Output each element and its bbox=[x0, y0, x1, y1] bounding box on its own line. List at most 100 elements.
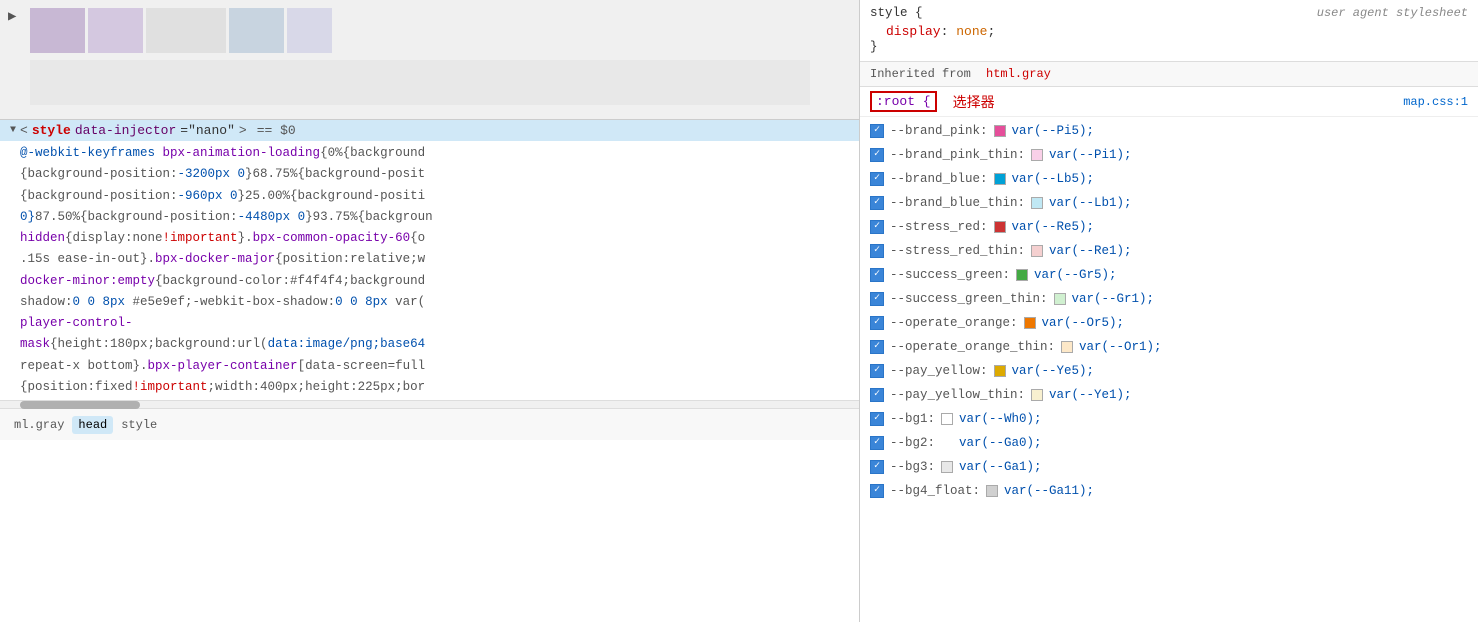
swatch-brand-pink-thin[interactable] bbox=[1031, 149, 1043, 161]
var-value-pay-yellow-thin: var(--Ye1); bbox=[1049, 385, 1132, 405]
css-var-stress-red-thin: --stress_red_thin: var(--Re1); bbox=[870, 239, 1468, 263]
code-line-9: player-control- bbox=[20, 313, 851, 334]
breadcrumb-ml-gray[interactable]: ml.gray bbox=[8, 416, 70, 434]
selector-label-group: :root { 选择器 bbox=[870, 91, 995, 112]
code-line-11: repeat-x bottom}.bpx-player-container[da… bbox=[20, 356, 851, 377]
preview-block-4 bbox=[229, 8, 284, 53]
checkbox-operate-orange-thin[interactable] bbox=[870, 340, 884, 354]
swatch-stress-red-thin[interactable] bbox=[1031, 245, 1043, 257]
swatch-pay-yellow[interactable] bbox=[994, 365, 1006, 377]
css-var-pay-yellow: --pay_yellow: var(--Ye5); bbox=[870, 359, 1468, 383]
var-value-operate-orange-thin: var(--Or1); bbox=[1079, 337, 1162, 357]
checkbox-success-green-thin[interactable] bbox=[870, 292, 884, 306]
selector-chinese-label: 选择器 bbox=[953, 92, 995, 112]
swatch-bg3[interactable] bbox=[941, 461, 953, 473]
breadcrumb-head[interactable]: head bbox=[72, 416, 113, 434]
root-selector-box[interactable]: :root { bbox=[870, 91, 937, 112]
code-line-8: shadow:0 0 8px #e5e9ef;-webkit-box-shado… bbox=[20, 292, 851, 313]
var-value-operate-orange: var(--Or5); bbox=[1042, 313, 1125, 333]
var-name-pay-yellow: --pay_yellow: bbox=[890, 361, 988, 381]
var-value-bg1: var(--Wh0); bbox=[959, 409, 1042, 429]
css-var-bg4-float: --bg4_float: var(--Ga11); bbox=[870, 479, 1468, 503]
preview-block-3 bbox=[146, 8, 226, 53]
swatch-brand-pink[interactable] bbox=[994, 125, 1006, 137]
code-line-12: {position:fixed!important;width:400px;he… bbox=[20, 377, 851, 398]
scrollbar-thumb[interactable] bbox=[20, 401, 140, 409]
var-name-operate-orange-thin: --operate_orange_thin: bbox=[890, 337, 1055, 357]
swatch-brand-blue-thin[interactable] bbox=[1031, 197, 1043, 209]
close-bracket: > bbox=[239, 123, 247, 138]
css-var-operate-orange: --operate_orange: var(--Or5); bbox=[870, 311, 1468, 335]
var-name-operate-orange: --operate_orange: bbox=[890, 313, 1018, 333]
css-var-success-green: --success_green: var(--Gr5); bbox=[870, 263, 1468, 287]
attr-equals: ="nano" bbox=[180, 123, 235, 138]
swatch-operate-orange-thin[interactable] bbox=[1061, 341, 1073, 353]
checkbox-operate-orange[interactable] bbox=[870, 316, 884, 330]
swatch-bg1[interactable] bbox=[941, 413, 953, 425]
code-line-5: hidden{display:none!important}.bpx-commo… bbox=[20, 228, 851, 249]
checkbox-pay-yellow-thin[interactable] bbox=[870, 388, 884, 402]
ua-property-value: none bbox=[956, 24, 987, 39]
checkbox-stress-red[interactable] bbox=[870, 220, 884, 234]
css-var-brand-blue: --brand_blue: var(--Lb5); bbox=[870, 167, 1468, 191]
ua-style-header: style { user agent stylesheet bbox=[870, 6, 1468, 20]
var-name-bg2: --bg2: bbox=[890, 433, 935, 453]
preview-block-5 bbox=[287, 8, 332, 53]
checkbox-pay-yellow[interactable] bbox=[870, 364, 884, 378]
dom-selected-element[interactable]: ▼ <style data-injector="nano" > == $0 bbox=[0, 120, 859, 141]
expand-triangle[interactable]: ▼ bbox=[10, 125, 16, 136]
code-line-10: mask{height:180px;background:url(data:im… bbox=[20, 334, 851, 355]
checkbox-brand-blue-thin[interactable] bbox=[870, 196, 884, 210]
var-name-brand-blue: --brand_blue: bbox=[890, 169, 988, 189]
css-var-brand-pink-thin: --brand_pink_thin: var(--Pi1); bbox=[870, 143, 1468, 167]
var-value-pay-yellow: var(--Ye5); bbox=[1012, 361, 1095, 381]
checkbox-stress-red-thin[interactable] bbox=[870, 244, 884, 258]
checkbox-brand-blue[interactable] bbox=[870, 172, 884, 186]
checkbox-success-green[interactable] bbox=[870, 268, 884, 282]
var-value-success-green-thin: var(--Gr1); bbox=[1072, 289, 1155, 309]
checkbox-bg1[interactable] bbox=[870, 412, 884, 426]
var-name-bg3: --bg3: bbox=[890, 457, 935, 477]
dom-preview-area: ▶ bbox=[0, 0, 859, 120]
swatch-operate-orange[interactable] bbox=[1024, 317, 1036, 329]
checkbox-bg2[interactable] bbox=[870, 436, 884, 450]
swatch-success-green-thin[interactable] bbox=[1054, 293, 1066, 305]
swatch-success-green[interactable] bbox=[1016, 269, 1028, 281]
file-reference[interactable]: map.css:1 bbox=[1403, 95, 1468, 109]
var-value-bg2: var(--Ga0); bbox=[959, 433, 1042, 453]
horizontal-scrollbar[interactable] bbox=[0, 400, 859, 408]
swatch-brand-blue[interactable] bbox=[994, 173, 1006, 185]
css-var-bg3: --bg3: var(--Ga1); bbox=[870, 455, 1468, 479]
css-variables-list: --brand_pink: var(--Pi5); --brand_pink_t… bbox=[860, 117, 1478, 622]
code-line-2: {background-position:-3200px 0}68.75%{ba… bbox=[20, 164, 851, 185]
preview-block-2 bbox=[88, 8, 143, 53]
checkbox-bg3[interactable] bbox=[870, 460, 884, 474]
var-name-pay-yellow-thin: --pay_yellow_thin: bbox=[890, 385, 1025, 405]
var-value-success-green: var(--Gr5); bbox=[1034, 265, 1117, 285]
checkbox-bg4-float[interactable] bbox=[870, 484, 884, 498]
var-value-bg4-float: var(--Ga11); bbox=[1004, 481, 1094, 501]
var-name-brand-blue-thin: --brand_blue_thin: bbox=[890, 193, 1025, 213]
breadcrumb: ml.gray head style bbox=[0, 408, 859, 440]
ua-property-name: display bbox=[886, 24, 941, 39]
inherited-from-label: Inherited from bbox=[870, 67, 971, 81]
css-var-operate-orange-thin: --operate_orange_thin: var(--Or1); bbox=[870, 335, 1468, 359]
var-name-stress-red-thin: --stress_red_thin: bbox=[890, 241, 1025, 261]
swatch-bg4-float[interactable] bbox=[986, 485, 998, 497]
css-var-bg2: --bg2: var(--Ga0); bbox=[870, 431, 1468, 455]
var-name-stress-red: --stress_red: bbox=[890, 217, 988, 237]
checkbox-brand-pink[interactable] bbox=[870, 124, 884, 138]
code-line-1: @-webkit-keyframes bpx-animation-loading… bbox=[20, 143, 851, 164]
code-line-6: .15s ease-in-out}.bpx-docker-major{posit… bbox=[20, 249, 851, 270]
css-var-pay-yellow-thin: --pay_yellow_thin: var(--Ye1); bbox=[870, 383, 1468, 407]
dom-code-area: @-webkit-keyframes bpx-animation-loading… bbox=[0, 141, 859, 400]
root-selector-row: :root { 选择器 map.css:1 bbox=[860, 87, 1478, 117]
css-var-bg1: --bg1: var(--Wh0); bbox=[870, 407, 1468, 431]
tag-name: style bbox=[32, 123, 71, 138]
swatch-pay-yellow-thin[interactable] bbox=[1031, 389, 1043, 401]
swatch-stress-red[interactable] bbox=[994, 221, 1006, 233]
checkbox-brand-pink-thin[interactable] bbox=[870, 148, 884, 162]
breadcrumb-style[interactable]: style bbox=[115, 416, 163, 434]
open-bracket: < bbox=[20, 123, 28, 138]
preview-block-1 bbox=[30, 8, 85, 53]
